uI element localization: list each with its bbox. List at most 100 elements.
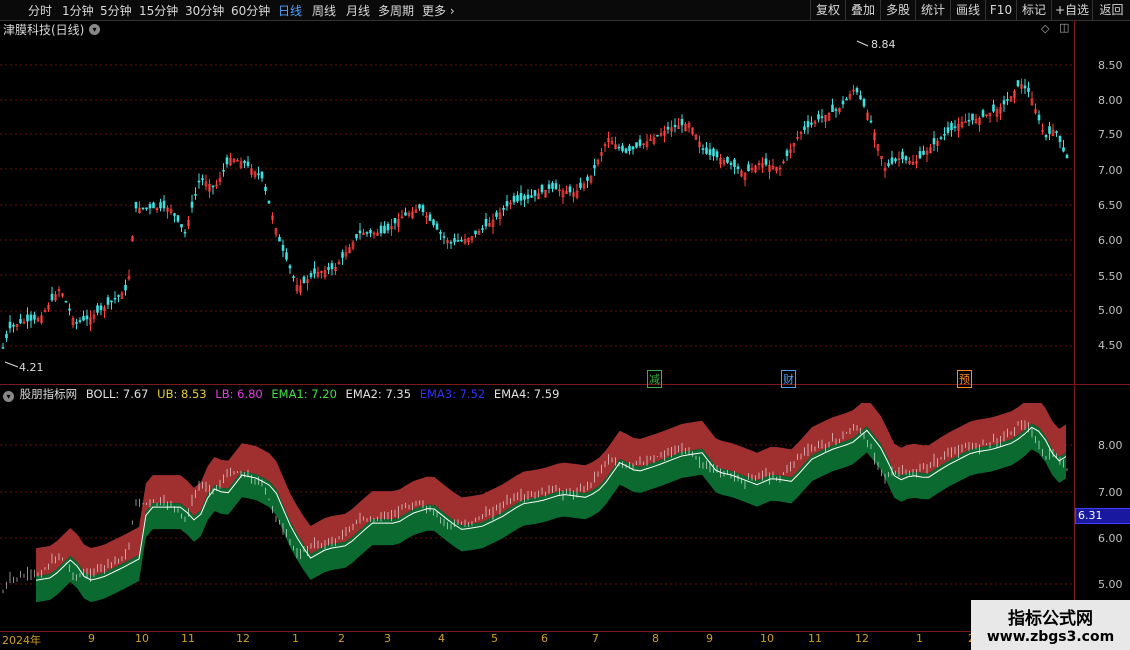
candles (1, 78, 1069, 349)
candle-body (456, 240, 460, 242)
candle-body (519, 193, 523, 201)
candle-body (379, 225, 383, 234)
candle-body (712, 148, 715, 157)
x-label: 10 (135, 632, 149, 645)
candle-body (862, 99, 866, 107)
period-monthly[interactable]: 月线 (346, 2, 370, 19)
main-chart-header: 津膜科技(日线) ▾ ◇ ◫ (0, 20, 1074, 38)
period-1min[interactable]: 1分钟 (62, 2, 94, 19)
candle-body (85, 315, 89, 320)
candle-body (932, 138, 936, 145)
candle-body (992, 104, 995, 112)
candle-body (1027, 87, 1030, 92)
candlestick-chart[interactable] (0, 38, 1074, 384)
candle-body (292, 276, 295, 278)
candle-body (302, 276, 306, 284)
y-tick-main: 8.00 (1098, 94, 1123, 107)
candle-body (281, 244, 285, 251)
overlay-button[interactable]: 叠加 (845, 0, 880, 20)
window-toggle-icon[interactable]: ◫ (1059, 21, 1069, 34)
candle-body (152, 202, 155, 209)
diamond-icon[interactable]: ◇ (1041, 22, 1049, 35)
period-60min[interactable]: 60分钟 (231, 2, 270, 19)
x-label: 3 (384, 632, 391, 645)
period-fenshi[interactable]: 分时 (28, 2, 52, 19)
draw-line-button[interactable]: 画线 (950, 0, 985, 20)
period-15min[interactable]: 15分钟 (139, 2, 178, 19)
candle-body (358, 230, 362, 234)
x-axis-top-border (0, 631, 1130, 632)
boll-value: BOLL: 7.67 (85, 387, 149, 401)
candle-body (845, 98, 848, 101)
multi-stock-button[interactable]: 多股 (880, 0, 915, 20)
candle-body (810, 122, 813, 125)
period-more[interactable]: 更多 › (422, 2, 455, 19)
candle-body (586, 176, 589, 181)
ub-value: UB: 8.53 (157, 387, 207, 401)
candle-body (495, 212, 498, 217)
candle-body (113, 297, 117, 300)
indicator-chart[interactable] (0, 403, 1074, 631)
x-label: 4 (438, 632, 445, 645)
candle-body (330, 263, 334, 270)
candle-body (502, 207, 505, 210)
ema2-value: EMA2: 7.35 (345, 387, 412, 401)
period-weekly[interactable]: 周线 (312, 2, 336, 19)
f10-button[interactable]: F10 (985, 0, 1016, 20)
candle-body (729, 162, 733, 165)
candle-body (243, 160, 246, 164)
x-label: 12 (855, 632, 869, 645)
candle-body (12, 324, 15, 327)
candle-body (747, 164, 750, 171)
candle-body (1006, 99, 1009, 101)
ema3-value: EMA3: 7.52 (419, 387, 486, 401)
back-button[interactable]: 返回 (1092, 0, 1130, 20)
candle-body (481, 228, 484, 230)
candle-body (449, 241, 453, 244)
candle-body (383, 225, 386, 234)
candle-body (831, 104, 834, 113)
event-marker-reduce[interactable]: 减 (647, 370, 662, 388)
candle-body (1037, 114, 1041, 121)
candle-body (631, 146, 635, 150)
chevron-down-icon[interactable]: ▾ (3, 391, 14, 402)
x-label: 10 (760, 632, 774, 645)
candle-body (708, 149, 712, 155)
stats-button[interactable]: 统计 (915, 0, 950, 20)
y-tick-main: 6.00 (1098, 234, 1123, 247)
mark-button[interactable]: 标记 (1016, 0, 1051, 20)
high-price-label: 8.84 (871, 38, 896, 51)
candle-body (841, 100, 845, 105)
y-tick-indicator: 7.00 (1098, 486, 1123, 499)
candle-body (950, 122, 953, 131)
x-label: 8 (652, 632, 659, 645)
x-label: 5 (491, 632, 498, 645)
candle-body (176, 215, 180, 222)
candle-body (946, 127, 950, 133)
fuquan-button[interactable]: 复权 (810, 0, 845, 20)
chevron-down-icon[interactable]: ▾ (89, 24, 100, 35)
y-tick-main: 7.50 (1098, 128, 1123, 141)
period-multi[interactable]: 多周期 (378, 2, 414, 19)
candle-body (264, 186, 267, 191)
add-favorite-button[interactable]: +自选 (1051, 0, 1092, 20)
candle-body (327, 267, 330, 270)
candle-body (124, 284, 127, 291)
period-daily[interactable]: 日线 (278, 2, 302, 19)
candle-body (288, 265, 292, 269)
candle-body (68, 308, 71, 311)
period-5min[interactable]: 5分钟 (100, 2, 132, 19)
candle-body (656, 134, 659, 137)
candle-body (593, 165, 596, 169)
period-30min[interactable]: 30分钟 (185, 2, 224, 19)
event-marker-forecast[interactable]: 预 (957, 370, 972, 388)
candle-body (267, 200, 271, 204)
candle-body (904, 156, 908, 161)
candle-body (309, 273, 313, 277)
candle-body (726, 156, 729, 163)
stock-title: 津膜科技(日线) (3, 23, 85, 37)
candle-body (967, 119, 971, 122)
candle-body (26, 314, 29, 322)
event-marker-finance[interactable]: 财 (781, 370, 796, 388)
candle-body (859, 95, 862, 100)
